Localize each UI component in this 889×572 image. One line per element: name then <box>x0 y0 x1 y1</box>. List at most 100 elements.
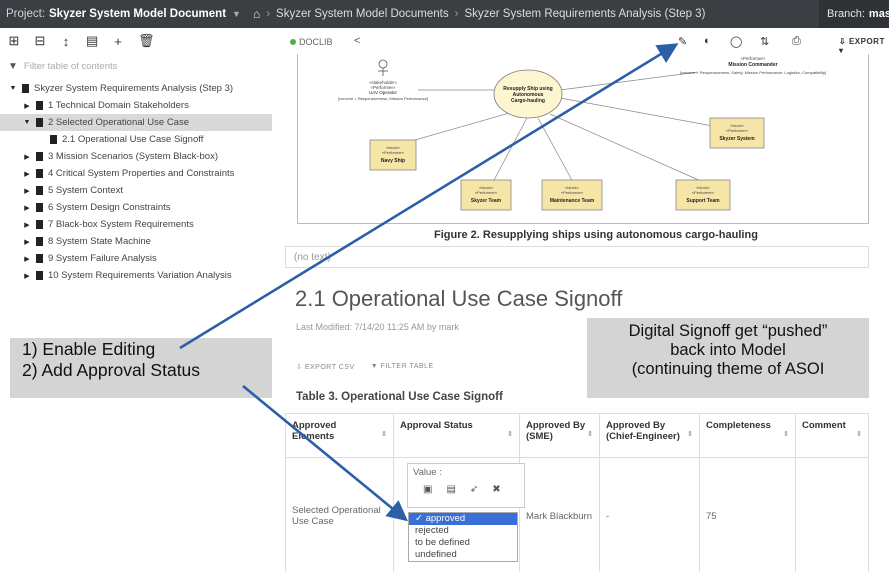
annotation-note-line: back into Model <box>670 341 786 359</box>
collapsed-caret-icon[interactable]: ▶ <box>22 170 32 178</box>
block-support-team: «block» «Performer» Support Team <box>675 179 731 211</box>
history-icon[interactable]: ◐ <box>704 35 711 47</box>
project-selector[interactable]: Skyzer System Model Document <box>49 8 226 20</box>
toc-item[interactable]: ▶ 7 Black-box System Requirements <box>0 216 272 233</box>
toc-item-label: 5 System Context <box>48 185 123 196</box>
performer-stereotype: «Performer» <box>382 150 405 155</box>
sort-icon[interactable]: ⇕ <box>783 430 789 438</box>
export-csv-button[interactable]: ⇩ EXPORT CSV <box>296 363 355 371</box>
reorder-icon[interactable]: ⇅ <box>760 35 769 48</box>
document-icon <box>36 118 43 127</box>
toc-item-label: 4 Critical System Properties and Constra… <box>48 168 235 179</box>
commander-concerns: [concern = Responsiveness, Safety, Missi… <box>680 70 826 75</box>
add-icon[interactable]: + <box>112 34 124 49</box>
sort-icon[interactable]: ⇕ <box>381 430 387 438</box>
send-icon[interactable]: ➶ <box>470 484 478 495</box>
actor-mission-commander: «Performer» Mission Commander [concern =… <box>680 56 826 75</box>
save-continue-icon[interactable]: ▤ <box>446 484 455 495</box>
approval-status-dropdown[interactable]: ✓ approved rejected to be defined undefi… <box>408 512 518 562</box>
block-skyzer-system: «block» «Performer» Skyzer System <box>709 117 765 149</box>
toc-item-label: 7 Black-box System Requirements <box>48 219 194 230</box>
annotation-step-1: 1) Enable Editing <box>22 339 156 359</box>
option-rejected[interactable]: rejected <box>409 525 517 537</box>
toc-filter-input[interactable]: Filter table of contents <box>24 61 117 72</box>
share-icon[interactable]: < <box>354 35 360 47</box>
option-undefined[interactable]: undefined <box>409 549 517 561</box>
toc-item[interactable]: ▶ 8 System State Machine <box>0 233 272 250</box>
document-icon <box>36 203 43 212</box>
column-header[interactable]: ⇕ Approved Elements <box>285 413 394 458</box>
breadcrumb-current[interactable]: Skyzer System Requirements Analysis (Ste… <box>464 8 705 20</box>
collapsed-caret-icon[interactable]: ▶ <box>22 187 32 195</box>
text-placeholder[interactable]: (no text) <box>285 246 869 268</box>
collapsed-caret-icon[interactable]: ▶ <box>22 153 32 161</box>
sort-icon[interactable]: ⇕ <box>507 430 513 438</box>
toc-root[interactable]: ▼ Skyzer System Requirements Analysis (S… <box>0 80 272 97</box>
column-header-label: Comment <box>802 420 846 431</box>
toc-item-label: 2 Selected Operational Use Case <box>48 117 189 128</box>
toc-item-selected[interactable]: ▼ 2 Selected Operational Use Case <box>0 114 272 131</box>
collapsed-caret-icon[interactable]: ▶ <box>22 272 32 280</box>
cell-comment[interactable] <box>795 457 869 572</box>
collapsed-caret-icon[interactable]: ▶ <box>22 204 32 212</box>
branch-selector[interactable]: Branch: mas <box>819 0 889 28</box>
sort-icon[interactable]: ⇕ <box>687 430 693 438</box>
collapsed-caret-icon[interactable]: ▶ <box>22 255 32 263</box>
column-header[interactable]: ⇕ Completeness <box>699 413 796 458</box>
column-header[interactable]: ⇕ Comment <box>795 413 869 458</box>
home-icon[interactable]: ⌂ <box>253 7 260 21</box>
collapsed-caret-icon[interactable]: ▶ <box>22 221 32 229</box>
toc-item[interactable]: ▶ 6 System Design Constraints <box>0 199 272 216</box>
collapse-all-icon[interactable]: ⊟ <box>34 33 46 49</box>
toc-filter[interactable]: ▼ Filter table of contents <box>8 58 268 74</box>
trash-icon[interactable]: 🗑 <box>138 33 155 49</box>
toc-item[interactable]: ▶ 9 System Failure Analysis <box>0 250 272 267</box>
toc-item[interactable]: ▶ 5 System Context <box>0 182 272 199</box>
column-header-label: Approval Status <box>400 420 473 431</box>
collapsed-caret-icon[interactable]: ▶ <box>22 238 32 246</box>
usecase-label: Cargo-hauling <box>511 98 545 104</box>
top-bar: Project: Skyzer System Model Document ▼ … <box>0 0 889 28</box>
export-button[interactable]: ⇩ EXPORT ▾ <box>839 37 889 55</box>
toc-item[interactable]: ▶ 3 Mission Scenarios (System Black-box) <box>0 148 272 165</box>
column-header[interactable]: ⇕ Approval Status <box>393 413 520 458</box>
comment-icon[interactable]: ◯ <box>730 35 742 48</box>
performer-stereotype: «Performer» <box>726 128 749 133</box>
filter-table-label: FILTER TABLE <box>380 363 434 370</box>
diagram-svg: «stakeholder» «Performer» UAV Operator [… <box>338 56 826 211</box>
expanded-caret-icon[interactable]: ▼ <box>22 119 32 126</box>
collapsed-caret-icon[interactable]: ▶ <box>22 102 32 110</box>
chevron-down-icon[interactable]: ▼ <box>232 9 241 19</box>
annotation-signoff-note: Digital Signoff get “pushed” back into M… <box>587 322 869 379</box>
cell-approved-by-chief: - <box>599 457 700 572</box>
column-header[interactable]: ⇕ Approved By (SME) <box>519 413 600 458</box>
toc-item[interactable]: ▶ 1 Technical Domain Stakeholders <box>0 97 272 114</box>
column-header[interactable]: ⇕ Approved By (Chief-Engineer) <box>599 413 700 458</box>
option-to-be-defined[interactable]: to be defined <box>409 537 517 549</box>
expand-all-icon[interactable]: ⊞ <box>8 33 20 49</box>
print-icon[interactable]: ⎙ <box>792 35 801 48</box>
close-icon[interactable]: ✖ <box>492 484 500 495</box>
toc-item[interactable]: 2.1 Operational Use Case Signoff <box>0 131 272 148</box>
block-skyzer-team: «block» «Performer» Skyzer Team <box>460 179 512 211</box>
document-icon <box>36 152 43 161</box>
breadcrumb-separator: › <box>266 8 271 20</box>
filter-table-button[interactable]: ▼ FILTER TABLE <box>371 363 434 371</box>
add-document-icon[interactable]: ▤ <box>86 33 98 49</box>
block-name: Navy Ship <box>381 158 405 164</box>
toc-item[interactable]: ▶ 4 Critical System Properties and Const… <box>0 165 272 182</box>
sort-icon[interactable]: ⇕ <box>587 430 593 438</box>
table-actions: ⇩ EXPORT CSV ▼ FILTER TABLE <box>296 363 434 371</box>
option-approved[interactable]: ✓ approved <box>409 513 517 525</box>
performer-stereotype: «Performer» <box>692 190 715 195</box>
edit-icon[interactable]: ✎ <box>678 35 687 48</box>
table-caption: Table 3. Operational Use Case Signoff <box>296 391 503 403</box>
docid-label: DOCLIB <box>299 37 333 47</box>
save-icon[interactable]: ▣ <box>423 484 432 495</box>
breadcrumb-documents[interactable]: Skyzer System Model Documents <box>276 8 449 20</box>
sort-icon[interactable]: ⇕ <box>856 430 862 438</box>
document-icon <box>22 84 29 93</box>
reorder-icon[interactable]: ↕ <box>60 34 72 49</box>
expanded-caret-icon[interactable]: ▼ <box>8 85 18 92</box>
toc-item[interactable]: ▶ 10 System Requirements Variation Analy… <box>0 267 272 284</box>
